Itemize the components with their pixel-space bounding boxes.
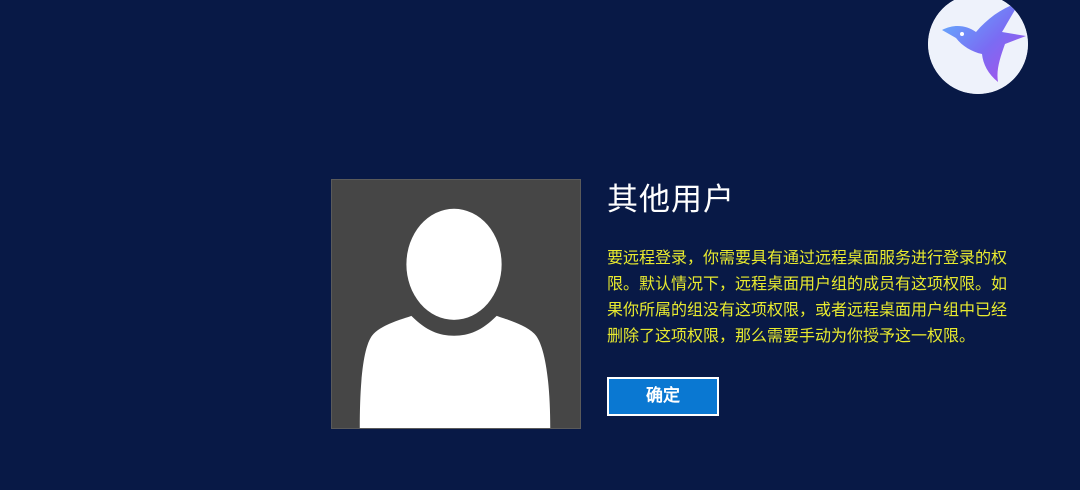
- confirm-button[interactable]: 确定: [607, 377, 719, 416]
- remote-login-permission-message: 要远程登录，你需要具有通过远程桌面服务进行登录的权限。默认情况下，远程桌面用户组…: [607, 248, 1008, 345]
- default-user-avatar-icon: [359, 208, 551, 428]
- user-name-heading: 其他用户: [607, 182, 735, 218]
- hummingbird-logo-icon: [928, 0, 1028, 94]
- user-avatar: [331, 179, 581, 429]
